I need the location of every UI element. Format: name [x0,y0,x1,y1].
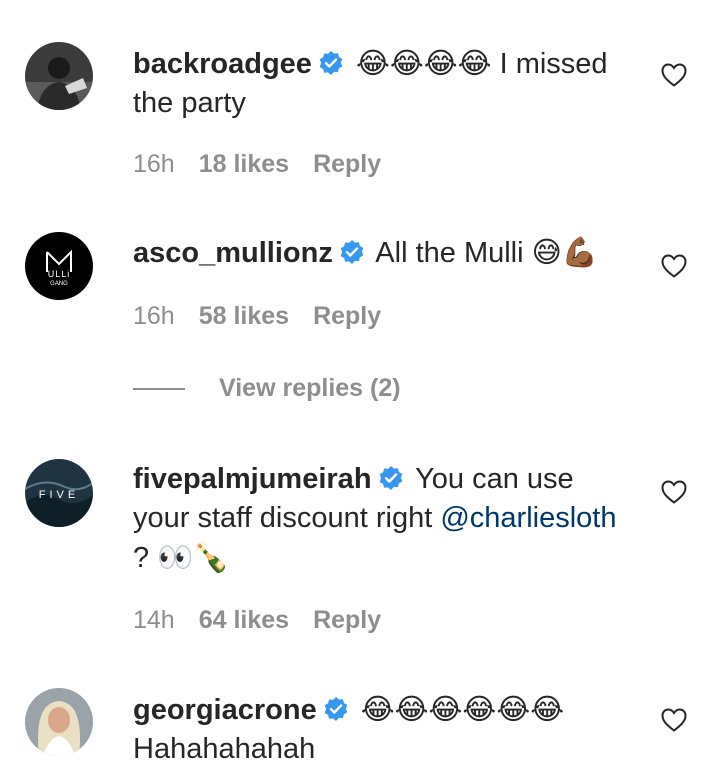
reply-button[interactable]: Reply [313,606,381,634]
avatar[interactable] [25,688,93,756]
comment-text-after: ? [133,542,158,574]
likes-count[interactable]: 18 likes [199,150,289,178]
like-heart-icon[interactable] [660,706,688,734]
view-replies-label: View replies (2) [219,374,401,402]
like-heart-icon[interactable] [660,478,688,506]
likes-count[interactable]: 58 likes [199,302,289,330]
avatar[interactable] [25,42,93,110]
svg-text:ULLi: ULLi [48,269,71,279]
emoji: 😂😂😂😂😂😂 [360,692,565,726]
divider-line [133,388,185,391]
username[interactable]: asco_mullionz [133,237,333,269]
emoji: 😅💪🏾 [531,235,598,269]
avatar[interactable]: FIVE [25,459,93,527]
svg-text:GANG: GANG [50,281,68,287]
comment-body: asco_mullionz All the Mulli 😅💪🏾 [133,233,633,273]
comment-meta: 16h 58 likes Reply [133,302,405,331]
verified-badge-icon [339,239,365,265]
comment-body: fivepalmjumeirah You can use your staff … [133,460,633,578]
reply-button[interactable]: Reply [313,302,381,330]
comment-meta: 14h 64 likes Reply [133,606,405,635]
comment-meta: 16h 18 likes Reply [133,150,405,179]
comment-body: georgiacrone 😂😂😂😂😂😂 Hahahahahah [133,690,633,769]
username[interactable]: fivepalmjumeirah [133,463,372,495]
avatar[interactable]: ULLi GANG [25,232,93,300]
username[interactable]: georgiacrone [133,694,317,726]
timestamp[interactable]: 14h [133,606,175,634]
emoji: 👀🍾 [157,540,230,574]
svg-text:FIVE: FIVE [39,489,79,501]
emoji: 😂😂😂😂 [355,46,492,80]
comment-text: Hahahahahah [133,733,316,765]
comment-body: backroadgee 😂😂😂😂 I missed the party [133,44,633,123]
verified-badge-icon [318,50,344,76]
like-heart-icon[interactable] [660,61,688,89]
verified-badge-icon [323,696,349,722]
verified-badge-icon [378,465,404,491]
timestamp[interactable]: 16h [133,150,175,178]
likes-count[interactable]: 64 likes [199,606,289,634]
username[interactable]: backroadgee [133,48,312,80]
like-heart-icon[interactable] [660,252,688,280]
view-replies-button[interactable]: View replies (2) [133,374,401,408]
reply-button[interactable]: Reply [313,150,381,178]
mention-link[interactable]: @charliesloth [440,502,616,534]
timestamp[interactable]: 16h [133,302,175,330]
comment-text: All the Mulli [375,237,532,269]
